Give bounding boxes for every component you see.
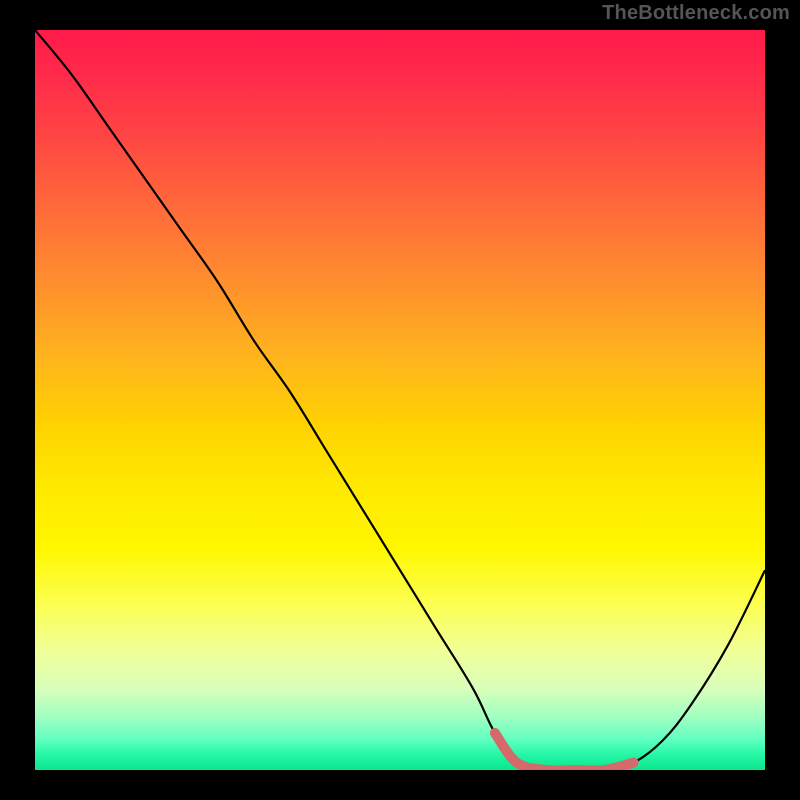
- chart-frame: TheBottleneck.com: [0, 0, 800, 800]
- watermark-text: TheBottleneck.com: [602, 2, 790, 25]
- bottleneck-curve: [35, 30, 765, 770]
- optimum-highlight: [495, 733, 634, 770]
- plot-area: [35, 30, 765, 770]
- chart-svg: [35, 30, 765, 770]
